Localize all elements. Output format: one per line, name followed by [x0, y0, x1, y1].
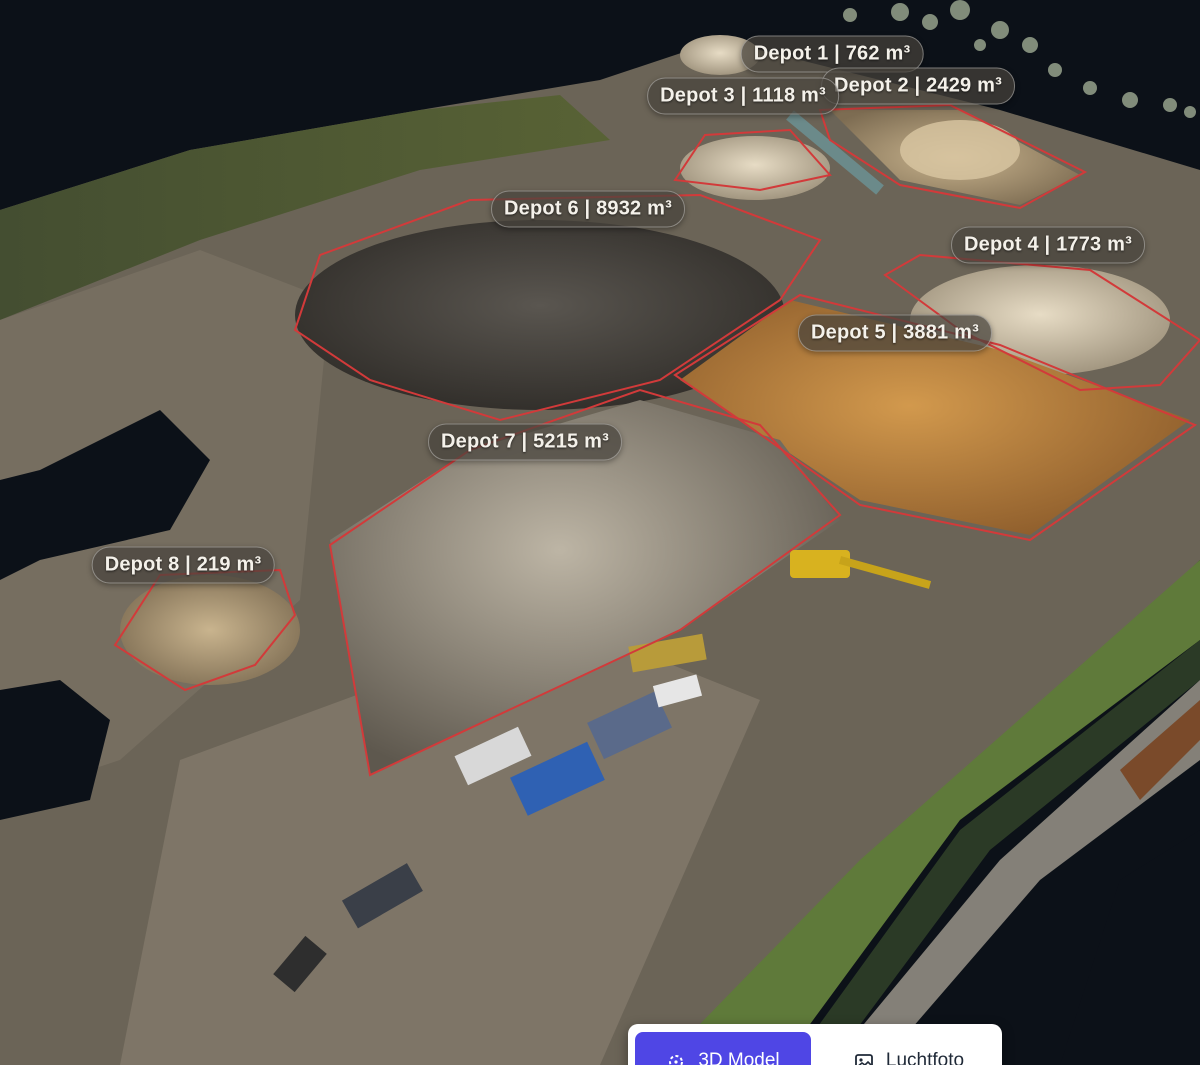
- depot-label-5[interactable]: Depot 5 | 3881 m³: [798, 314, 992, 352]
- depot-label-8[interactable]: Depot 8 | 219 m³: [91, 546, 275, 584]
- depot-label-4[interactable]: Depot 4 | 1773 m³: [951, 226, 1145, 264]
- aerial-photo-button[interactable]: Luchtfoto: [823, 1032, 995, 1065]
- 3d-model-icon: [669, 1055, 684, 1065]
- depot-label-7[interactable]: Depot 7 | 5215 m³: [428, 423, 622, 461]
- depot-label-6[interactable]: Depot 6 | 8932 m³: [491, 190, 685, 228]
- depot-label-2[interactable]: Depot 2 | 2429 m³: [821, 67, 1015, 105]
- viewer-canvas[interactable]: Depot 1 | 762 m³ Depot 2 | 2429 m³ Depot…: [0, 0, 1200, 1065]
- 3d-model-button[interactable]: 3D Model: [635, 1032, 811, 1065]
- aerial-photo-label: Luchtfoto: [885, 1050, 965, 1065]
- view-toggle: 3D Model Luchtfoto: [628, 1024, 1002, 1065]
- depot-label-3[interactable]: Depot 3 | 1118 m³: [647, 77, 839, 115]
- 3d-model-label: 3D Model: [698, 1050, 780, 1065]
- image-icon: [855, 1054, 873, 1065]
- point-cloud-3d-model[interactable]: [0, 0, 1200, 1065]
- pile-depot-8: [120, 575, 300, 685]
